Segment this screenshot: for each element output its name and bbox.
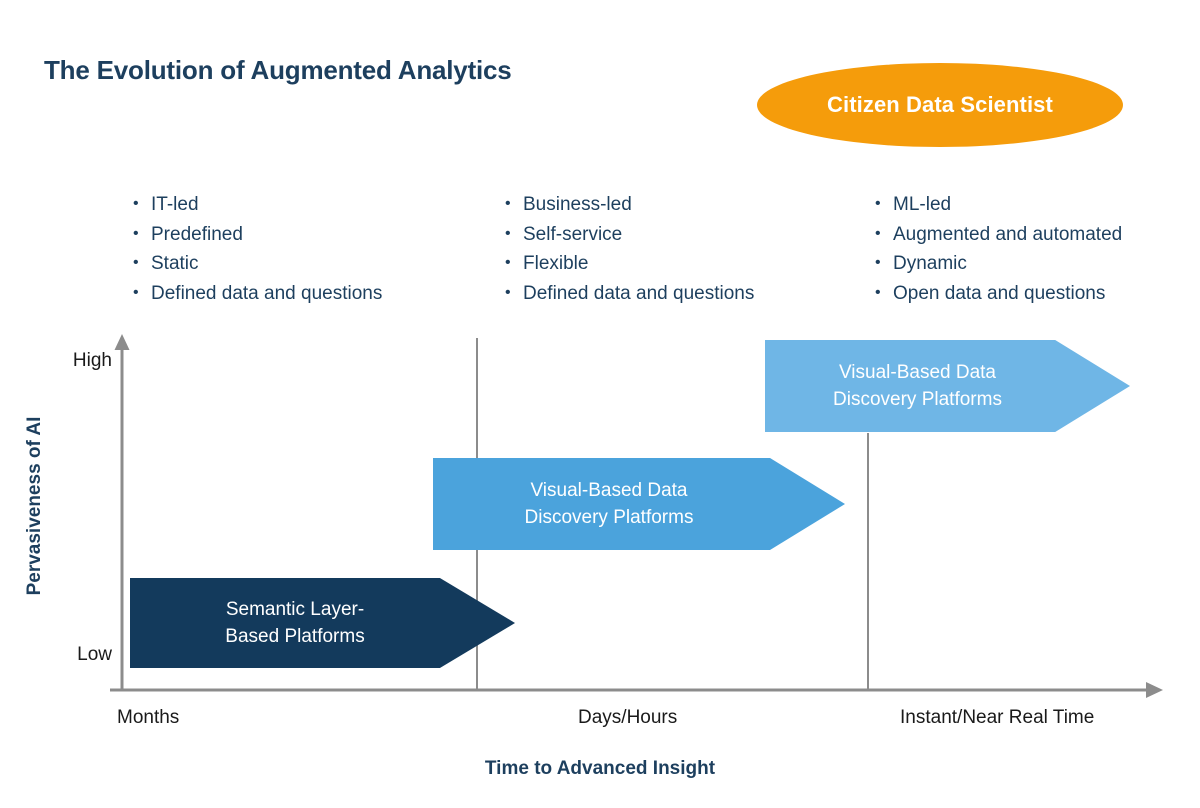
x-tick-instant-near-real-time: Instant/Near Real Time xyxy=(900,707,1095,728)
semantic-layer-platforms-label: Semantic Layer- Based Platforms xyxy=(225,596,364,650)
y-axis-title: Pervasiveness of AI xyxy=(24,416,45,596)
visual-based-discovery-label-mid: Visual-Based Data Discovery Platforms xyxy=(525,477,694,531)
visual-based-discovery-arrow-mid: Visual-Based Data Discovery Platforms xyxy=(433,458,845,550)
arrow-label-line2: Based Platforms xyxy=(225,626,365,647)
visual-based-discovery-label-top: Visual-Based Data Discovery Platforms xyxy=(833,359,1002,413)
semantic-layer-platforms-arrow: Semantic Layer- Based Platforms xyxy=(130,578,515,668)
y-tick-high: High xyxy=(72,350,112,371)
x-axis-title: Time to Advanced Insight xyxy=(484,758,716,779)
arrow-label-line1: Visual-Based Data xyxy=(838,362,996,383)
x-tick-days-hours: Days/Hours xyxy=(578,707,678,728)
x-axis-arrowhead xyxy=(1146,682,1163,698)
x-tick-months: Months xyxy=(117,707,180,728)
arrow-label-line1: Visual-Based Data xyxy=(530,480,688,501)
visual-based-discovery-arrow-top: Visual-Based Data Discovery Platforms xyxy=(765,340,1130,432)
y-axis-arrowhead xyxy=(114,334,130,350)
arrow-label-line1: Semantic Layer- xyxy=(225,599,365,620)
arrow-label-line2: Discovery Platforms xyxy=(833,389,1002,410)
arrow-label-line2: Discovery Platforms xyxy=(524,507,694,528)
y-tick-low: Low xyxy=(77,644,112,665)
